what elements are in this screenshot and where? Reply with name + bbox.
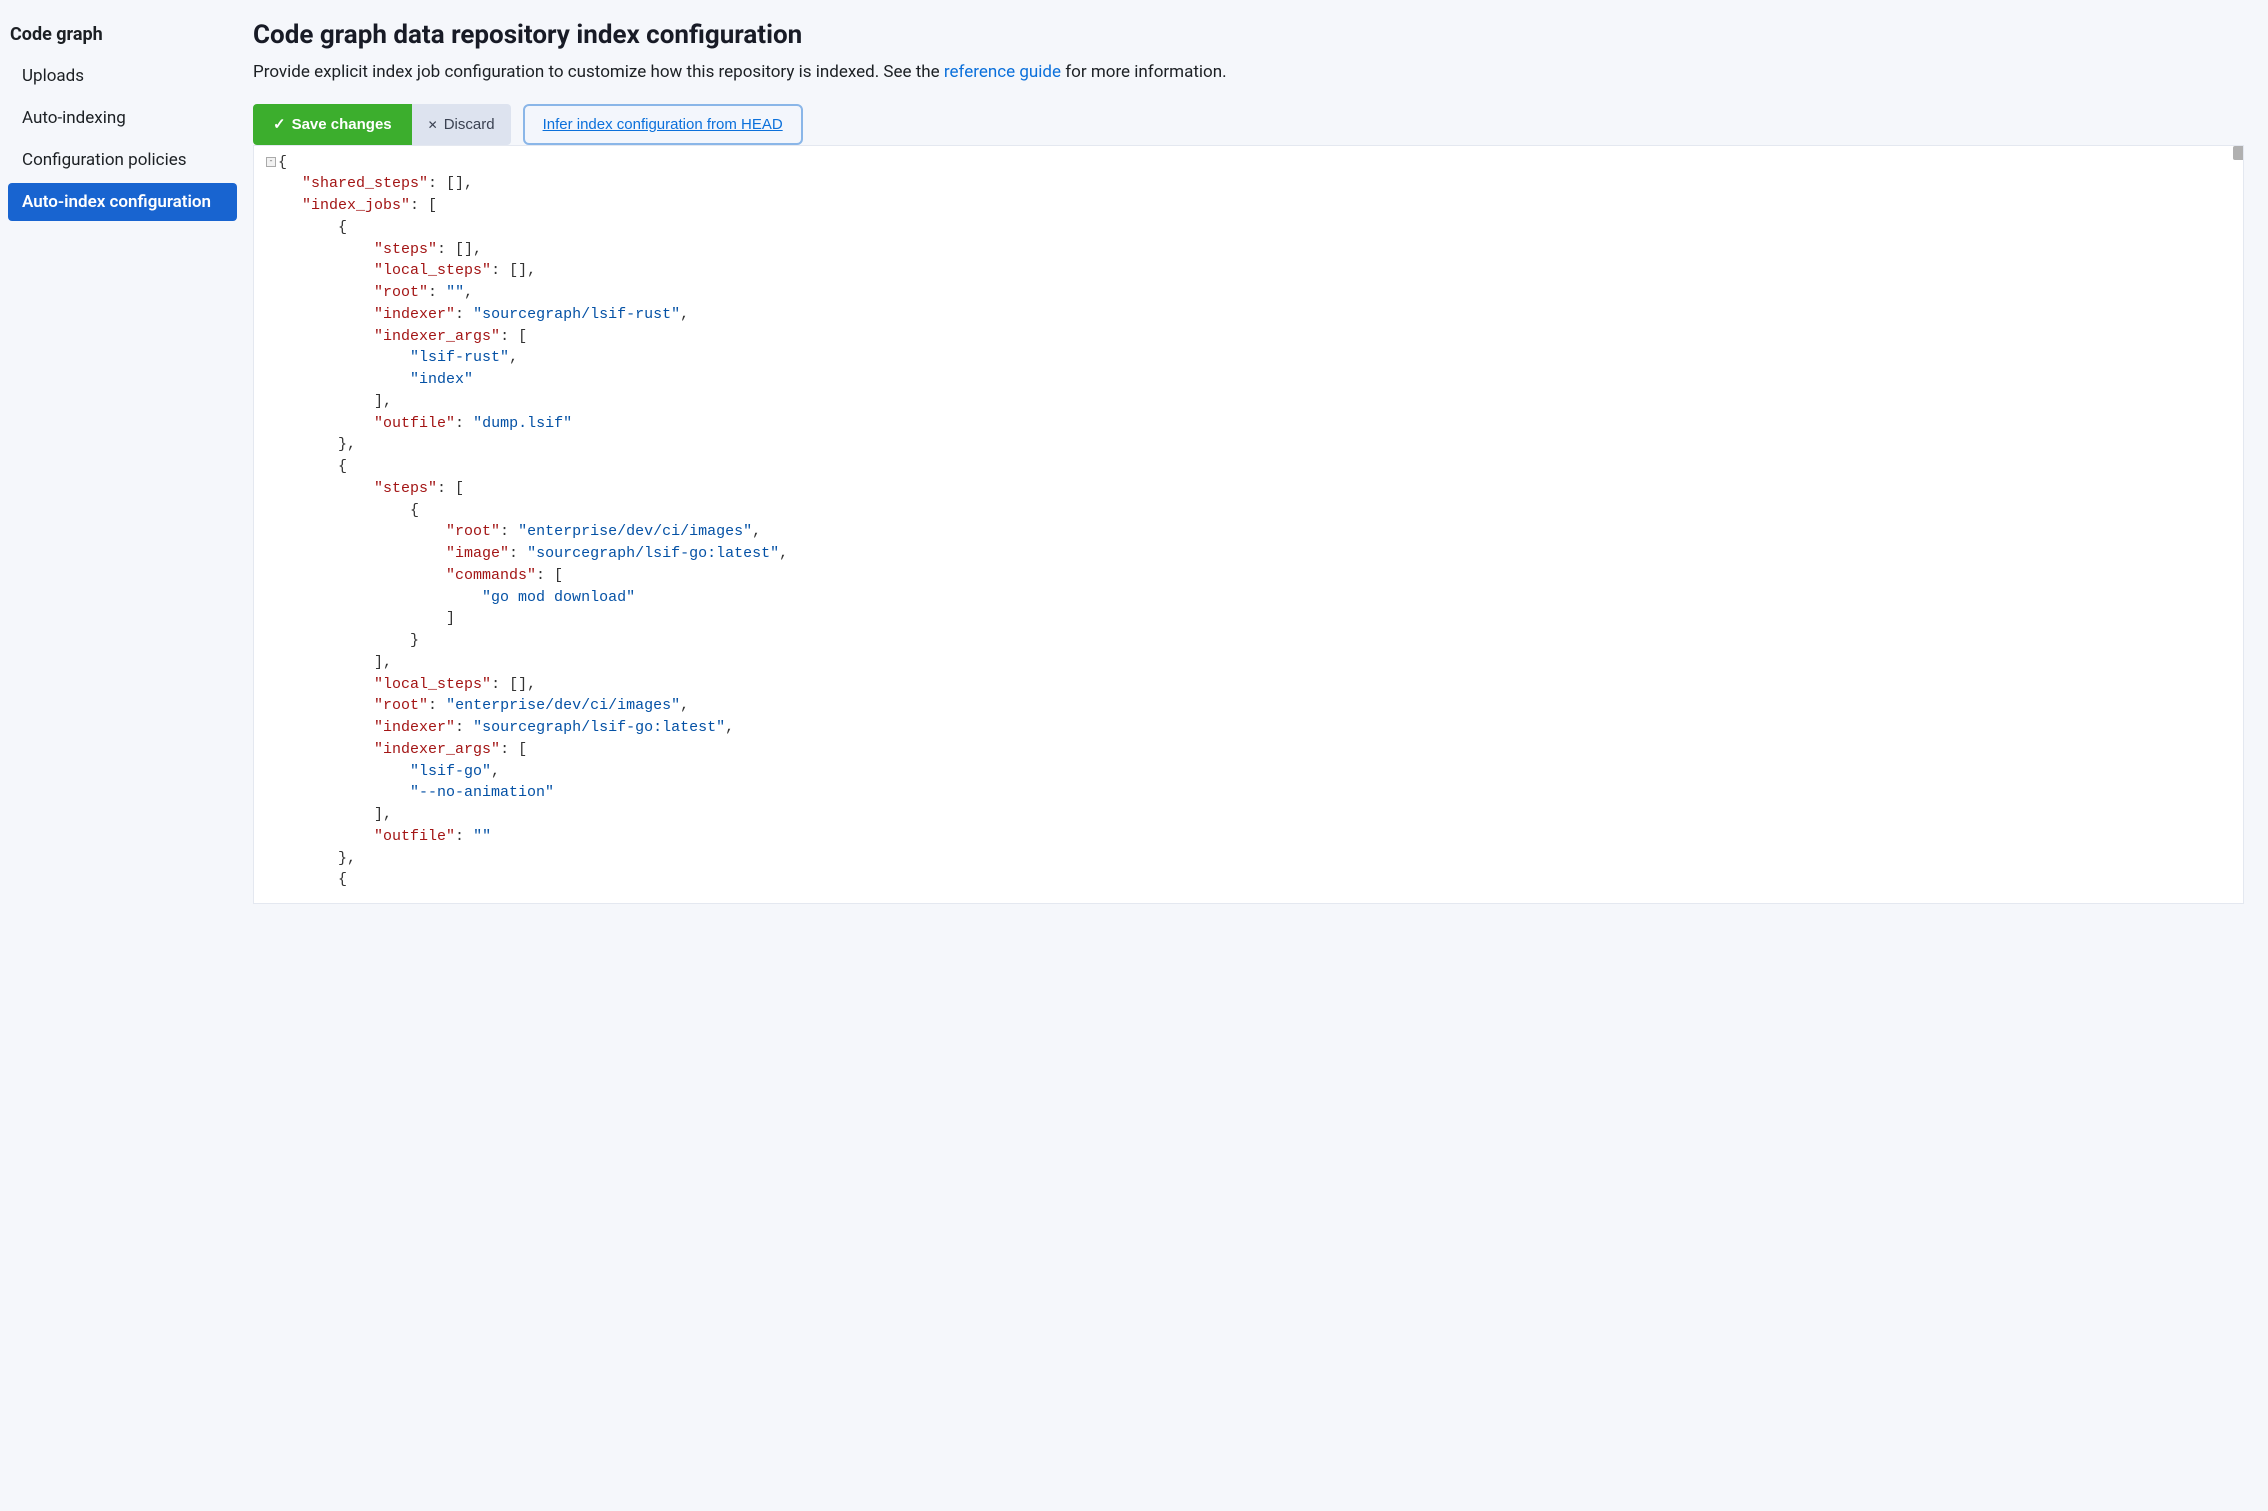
code-editor[interactable]: -{ "shared_steps": [], "index_jobs": [ {… <box>253 145 2244 905</box>
infer-button-label: Infer index configuration from HEAD <box>543 116 783 133</box>
page-title: Code graph data repository index configu… <box>253 20 2244 50</box>
infer-button[interactable]: Infer index configuration from HEAD <box>523 104 803 145</box>
save-button[interactable]: Save changes <box>253 104 412 145</box>
sidebar: Code graph Uploads Auto-indexing Configu… <box>0 12 245 1511</box>
close-icon <box>428 116 438 133</box>
save-button-label: Save changes <box>292 116 392 133</box>
main-content: Code graph data repository index configu… <box>245 12 2268 1511</box>
sidebar-title: Code graph <box>8 24 237 57</box>
sidebar-item-configuration-policies[interactable]: Configuration policies <box>8 141 237 179</box>
discard-button-label: Discard <box>444 116 495 133</box>
discard-button[interactable]: Discard <box>412 104 511 145</box>
reference-guide-link[interactable]: reference guide <box>944 62 1061 82</box>
check-icon <box>273 115 286 133</box>
sidebar-item-auto-indexing[interactable]: Auto-indexing <box>8 99 237 137</box>
page-description: Provide explicit index job configuration… <box>253 60 2244 86</box>
page-description-text: Provide explicit index job configuration… <box>253 62 944 82</box>
scrollbar-thumb[interactable] <box>2233 146 2244 160</box>
sidebar-item-uploads[interactable]: Uploads <box>8 57 237 95</box>
sidebar-item-auto-index-configuration[interactable]: Auto-index configuration <box>8 183 237 221</box>
toolbar: Save changes Discard Infer index configu… <box>253 104 2244 145</box>
page-description-suffix: for more information. <box>1061 62 1227 82</box>
